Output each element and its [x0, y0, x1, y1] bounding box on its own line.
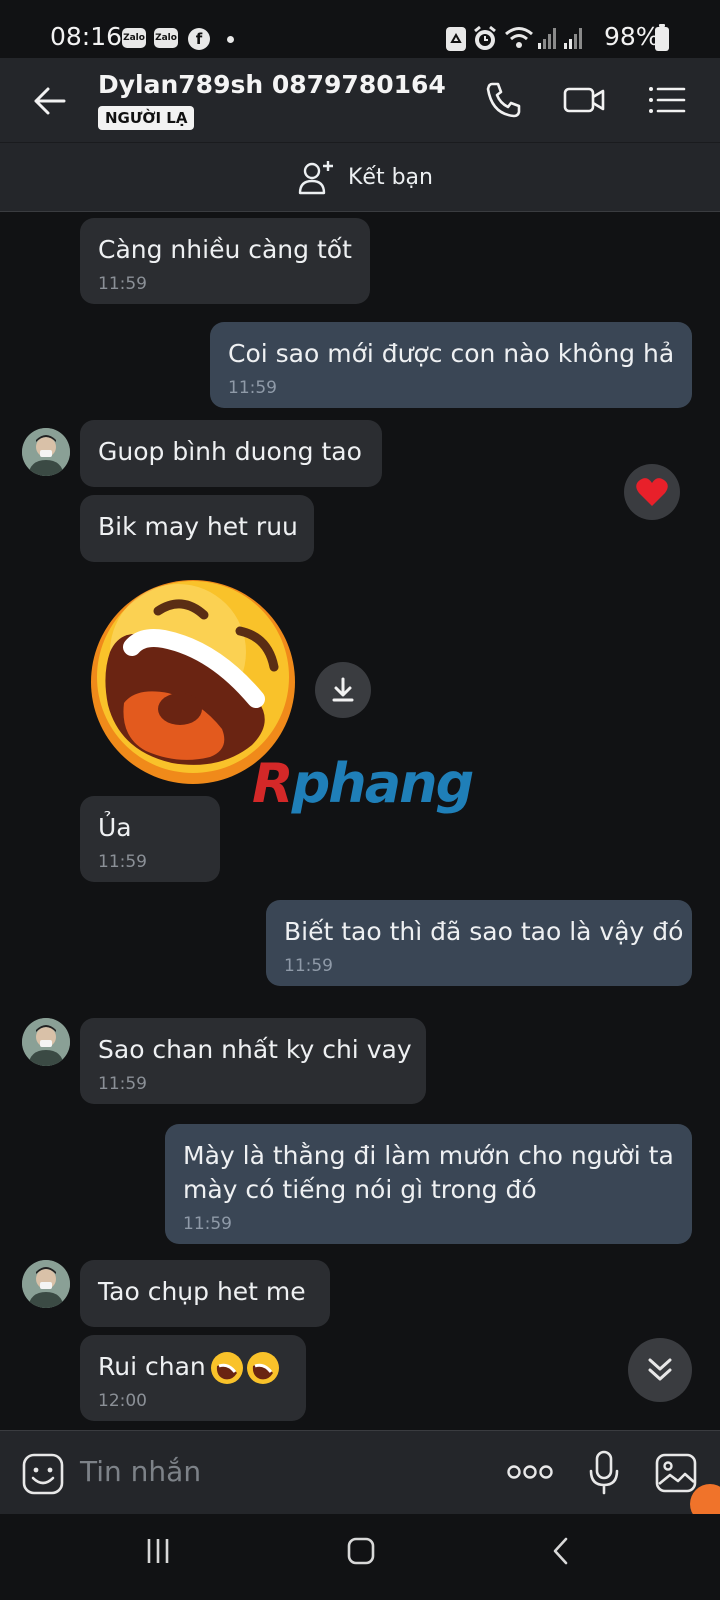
message-time: 11:59	[183, 1214, 232, 1234]
add-friend-label: Kết bạn	[348, 164, 433, 190]
avatar[interactable]	[22, 428, 70, 476]
recent-apps-icon[interactable]	[143, 1536, 173, 1566]
message-time: 12:00	[98, 1391, 147, 1411]
message-composer: Tin nhắn	[0, 1430, 720, 1514]
video-call-icon[interactable]	[560, 76, 608, 124]
heart-icon	[636, 478, 668, 506]
contact-name[interactable]: Dylan789sh 0879780164	[98, 70, 446, 99]
laughing-emoji-icon	[211, 1352, 243, 1384]
microphone-icon[interactable]	[588, 1449, 620, 1497]
message-list[interactable]: Càng nhiều càng tốt 11:59 Coi sao mới đư…	[0, 212, 720, 1430]
message-text: Rui chan	[98, 1352, 206, 1381]
avatar[interactable]	[22, 1018, 70, 1066]
message-time: 11:59	[284, 956, 333, 976]
chevron-double-down-icon	[648, 1358, 672, 1381]
outgoing-message[interactable]: Mày là thằng đi làm mướn cho người ta mà…	[165, 1124, 692, 1244]
incoming-message[interactable]: Càng nhiều càng tốt 11:59	[80, 218, 370, 304]
outgoing-message[interactable]: Coi sao mới được con nào không hả 11:59	[210, 322, 692, 408]
more-icon[interactable]	[506, 1461, 554, 1483]
message-text: Coi sao mới được con nào không hả	[228, 339, 675, 368]
status-bar: 08:16 Zalo Zalo f 98%	[0, 0, 720, 58]
download-button[interactable]	[315, 662, 371, 718]
message-text-line-2: mày có tiếng nói gì trong đó	[183, 1175, 537, 1204]
status-time: 08:16	[50, 22, 123, 51]
message-input[interactable]: Tin nhắn	[80, 1455, 201, 1488]
message-time: 11:59	[98, 1074, 147, 1094]
incoming-message[interactable]: Rui chan 12:00	[80, 1335, 306, 1421]
message-time: 11:59	[228, 378, 277, 398]
system-navigation-bar	[0, 1514, 720, 1600]
message-text: Sao chan nhất ky chi vay	[98, 1035, 412, 1064]
laughing-emoji-icon	[247, 1352, 279, 1384]
facebook-notification-icon: f	[188, 28, 210, 50]
recycle-icon	[446, 27, 466, 51]
scroll-to-bottom-button[interactable]	[628, 1338, 692, 1402]
incoming-message[interactable]: Sao chan nhất ky chi vay 11:59	[80, 1018, 426, 1104]
reaction-button[interactable]	[624, 464, 680, 520]
stranger-badge: NGƯỜI LẠ	[98, 106, 195, 130]
message-time: 11:59	[98, 274, 147, 294]
message-text-line-1: Mày là thằng đi làm mướn cho người ta	[183, 1141, 674, 1170]
outgoing-message[interactable]: Biết tao thì đã sao tao là vậy đó 11:59	[266, 900, 692, 986]
message-text: Biết tao thì đã sao tao là vậy đó	[284, 917, 684, 946]
signal-icon-sim1	[538, 28, 556, 49]
zalo-notification-icon: Zalo	[122, 28, 146, 48]
download-icon	[332, 677, 354, 702]
phone-icon[interactable]	[480, 76, 528, 124]
image-icon[interactable]	[654, 1451, 698, 1495]
battery-icon	[655, 24, 669, 51]
chat-header: Dylan789sh 0879780164 NGƯỜI LẠ	[0, 58, 720, 142]
incoming-message[interactable]: Ủa 11:59	[80, 796, 220, 882]
incoming-message[interactable]: Guop bình duong tao	[80, 420, 382, 487]
add-friend-icon	[298, 161, 333, 195]
wifi-icon	[505, 27, 533, 48]
back-arrow-icon[interactable]	[26, 78, 72, 124]
incoming-message[interactable]: Bik may het ruu	[80, 495, 314, 562]
home-icon[interactable]	[346, 1536, 376, 1566]
menu-list-icon[interactable]	[642, 76, 690, 124]
add-friend-bar: Kết bạn	[0, 142, 720, 212]
alarm-icon	[474, 25, 496, 50]
more-notifications-dot-icon	[227, 36, 234, 43]
watermark-first: R	[252, 752, 294, 815]
message-text: Càng nhiều càng tốt	[98, 235, 352, 264]
back-icon[interactable]	[546, 1536, 576, 1566]
watermark-rest: phang	[291, 752, 475, 815]
signal-icon-sim2	[564, 28, 582, 49]
message-text: Tao chụp het me	[98, 1277, 306, 1306]
message-text: Ủa	[98, 813, 132, 842]
avatar[interactable]	[22, 1260, 70, 1308]
message-text: Guop bình duong tao	[98, 437, 362, 466]
message-time: 11:59	[98, 852, 147, 872]
battery-percentage: 98%	[604, 22, 660, 51]
watermark: Rphang	[252, 752, 475, 815]
zalo-notification-icon: Zalo	[154, 28, 178, 48]
incoming-message[interactable]: Tao chụp het me	[80, 1260, 330, 1327]
sticker-icon[interactable]	[22, 1453, 64, 1495]
add-friend-button[interactable]: Kết bạn	[296, 155, 433, 199]
message-text: Bik may het ruu	[98, 512, 298, 541]
